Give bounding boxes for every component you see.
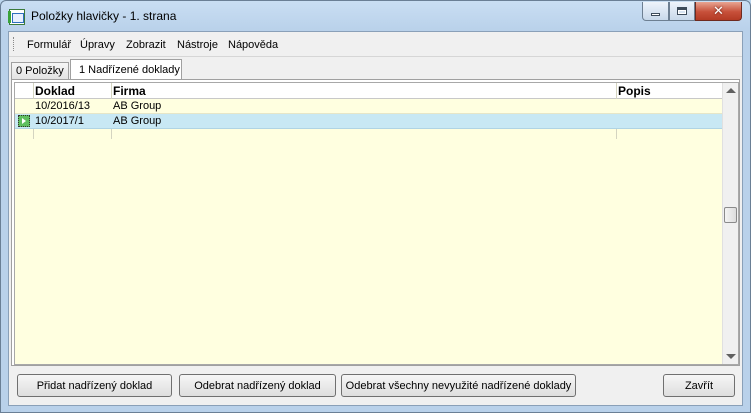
- column-header-firma[interactable]: Firma: [113, 84, 146, 98]
- cell-doklad: 10/2016/13: [35, 100, 91, 112]
- cell-doklad: 10/2017/1: [35, 115, 84, 127]
- menu-formular[interactable]: Formulář: [27, 39, 71, 51]
- client-area: Formulář Úpravy Zobrazit Nástroje Nápově…: [8, 31, 743, 406]
- close-window-button[interactable]: ✕: [695, 2, 742, 21]
- table-row-selected[interactable]: 10/2017/1 AB Group: [15, 114, 723, 129]
- current-row-icon: [18, 115, 30, 127]
- tab-strip: 0 Položky 1 Nadřízené doklady: [9, 59, 742, 79]
- tab-nadrizene-doklady[interactable]: 1 Nadřízené doklady: [70, 59, 182, 79]
- menu-napoveda[interactable]: Nápověda: [228, 39, 278, 51]
- app-icon: [8, 9, 25, 25]
- menu-bar: Formulář Úpravy Zobrazit Nástroje Nápově…: [9, 32, 742, 57]
- column-header-doklad[interactable]: Doklad: [35, 84, 75, 98]
- maximize-icon: [677, 7, 687, 15]
- remove-parent-document-button[interactable]: Odebrat nadřízený doklad: [179, 374, 336, 397]
- maximize-button[interactable]: [669, 2, 695, 21]
- close-button[interactable]: Zavřít: [663, 374, 735, 397]
- table-row[interactable]: 10/2016/13 AB Group: [15, 99, 723, 114]
- cell-firma: AB Group: [113, 100, 162, 112]
- column-header-popis[interactable]: Popis: [618, 84, 651, 98]
- cell-firma: AB Group: [113, 115, 162, 127]
- tab-polozky[interactable]: 0 Položky: [11, 62, 69, 79]
- menu-upravy[interactable]: Úpravy: [80, 39, 115, 51]
- close-icon: ✕: [713, 3, 724, 19]
- documents-grid[interactable]: Doklad Firma Popis 10/2016/13 AB Group 1…: [14, 82, 739, 365]
- scroll-down-icon[interactable]: [726, 354, 736, 359]
- add-parent-document-button[interactable]: Přidat nadřízený doklad: [17, 374, 172, 397]
- tab-panel: Doklad Firma Popis 10/2016/13 AB Group 1…: [11, 79, 740, 366]
- title-bar[interactable]: Položky hlavičky - 1. strana ✕: [1, 1, 750, 31]
- menu-nastroje[interactable]: Nástroje: [177, 39, 218, 51]
- minimize-icon: [651, 13, 660, 16]
- remove-all-unused-button[interactable]: Odebrat všechny nevyužité nadřízené dokl…: [341, 374, 576, 397]
- menu-zobrazit[interactable]: Zobrazit: [126, 39, 166, 51]
- minimize-button[interactable]: [642, 2, 669, 21]
- menu-grip-icon: [13, 37, 15, 51]
- scroll-thumb[interactable]: [724, 207, 737, 223]
- vertical-scrollbar[interactable]: [722, 83, 738, 364]
- scroll-up-icon[interactable]: [726, 88, 736, 93]
- window-title: Položky hlavičky - 1. strana: [31, 9, 177, 23]
- dialog-window: Položky hlavičky - 1. strana ✕ Formulář …: [0, 0, 751, 413]
